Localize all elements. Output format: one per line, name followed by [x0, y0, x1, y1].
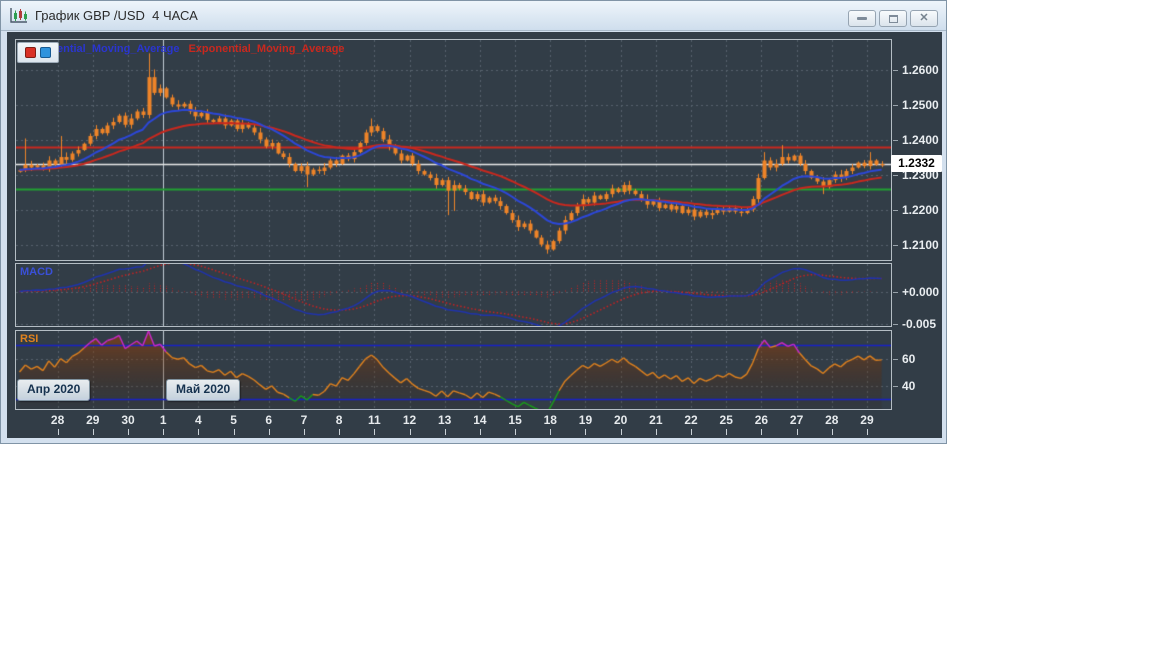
- date-tick-mark: [374, 429, 375, 435]
- minimize-button[interactable]: [848, 10, 876, 27]
- legend-ema-fast-label: ential_Moving_Average: [57, 43, 180, 55]
- macd-tick-mark: [893, 292, 898, 293]
- date-tick-mark: [58, 429, 59, 435]
- rsi-tick-mark: [893, 359, 898, 360]
- date-label: 14: [473, 413, 487, 427]
- rsi-panel: [15, 330, 892, 410]
- macd-tick-mark: [893, 324, 898, 325]
- date-label: 28: [825, 413, 839, 427]
- date-tick-mark: [832, 429, 833, 435]
- date-tick-mark: [797, 429, 798, 435]
- price-axis-gutter: 1.2600 1.2500 1.2400 1.2300 1.2200 1.2100 +0.0…: [893, 32, 942, 410]
- date-tick-mark: [198, 429, 199, 435]
- macd-tick-label: +0.000: [902, 284, 940, 299]
- indicator-legend: ential_Moving_Average Exponential_Moving…: [57, 43, 345, 55]
- minimize-icon: [857, 17, 867, 20]
- main-price-panel: [15, 39, 892, 261]
- date-label: 15: [508, 413, 522, 427]
- date-tick-mark: [234, 429, 235, 435]
- date-tick-mark: [304, 429, 305, 435]
- window-controls: ✕: [845, 10, 938, 27]
- price-tick-label: 1.2400: [902, 133, 939, 148]
- red-indicator-swatch[interactable]: [25, 47, 36, 58]
- date-tick-mark: [410, 429, 411, 435]
- date-label: 25: [719, 413, 733, 427]
- rsi-tick-mark: [893, 386, 898, 387]
- date-tick-mark: [761, 429, 762, 435]
- date-tick-mark: [656, 429, 657, 435]
- date-tick-mark: [269, 429, 270, 435]
- date-label: 19: [578, 413, 593, 427]
- date-label: 12: [402, 413, 417, 427]
- price-tick-label: 1.2500: [902, 98, 939, 113]
- chart-content: ential_Moving_Average Exponential_Moving…: [7, 32, 942, 438]
- date-label: 13: [438, 413, 452, 427]
- date-label: 8: [335, 413, 343, 427]
- price-tick-mark: [893, 105, 898, 106]
- date-tick-mark: [339, 429, 340, 435]
- blue-indicator-swatch[interactable]: [40, 47, 51, 58]
- date-tick-mark: [726, 429, 727, 435]
- price-tick-label: 1.2200: [902, 203, 939, 218]
- date-tick-mark: [128, 429, 129, 435]
- macd-tick-label: -0.005: [902, 316, 937, 331]
- window-titlebar[interactable]: График GBP /USD 4 ЧАСА ✕: [1, 1, 946, 31]
- date-label: 4: [195, 413, 202, 427]
- date-tick-mark: [585, 429, 586, 435]
- legend-ema-slow-label: Exponential_Moving_Average: [188, 43, 345, 55]
- date-label: 1: [159, 413, 167, 427]
- close-icon: ✕: [919, 12, 929, 24]
- date-tick-mark: [163, 429, 164, 435]
- date-label: 30: [121, 413, 135, 427]
- date-tick-mark: [480, 429, 481, 435]
- rsi-canvas[interactable]: [16, 331, 891, 409]
- price-tick-mark: [893, 175, 898, 176]
- price-tick-mark: [893, 140, 898, 141]
- price-tick-label: 1.2600: [902, 63, 939, 78]
- date-label: 18: [543, 413, 557, 427]
- desktop: График GBP /USD 4 ЧАСА ✕ ential_Moving_A…: [0, 0, 1152, 648]
- date-label: 22: [684, 413, 698, 427]
- date-tick-mark: [445, 429, 446, 435]
- date-label: 27: [789, 413, 804, 427]
- price-tick-mark: [893, 70, 898, 71]
- date-label: 26: [754, 413, 769, 427]
- month-button-may-2020[interactable]: Май 2020: [166, 379, 241, 401]
- date-tick-mark: [515, 429, 516, 435]
- macd-panel: [15, 263, 892, 327]
- price-tick-label: 1.2100: [902, 238, 939, 253]
- time-axis: 28 29 30 1 4 5 6 7 8 11 12 13 14 15 18 19 20 21 22 25 26 27 28…: [16, 410, 891, 438]
- date-label: 21: [649, 413, 663, 427]
- current-price-badge: 1.2332: [891, 155, 942, 172]
- date-tick-mark: [93, 429, 94, 435]
- chart-window-icon: [10, 7, 27, 23]
- restore-icon: [888, 14, 898, 23]
- rsi-tick-label: 60: [902, 351, 916, 366]
- window-title: График GBP /USD 4 ЧАСА: [35, 8, 198, 23]
- month-button-apr-2020[interactable]: Апр 2020: [17, 379, 91, 401]
- date-label: 6: [265, 413, 273, 427]
- rsi-panel-label: RSI: [20, 333, 39, 345]
- date-label: 20: [613, 413, 628, 427]
- price-tick-mark: [893, 210, 898, 211]
- date-label: 5: [230, 413, 237, 427]
- chart-window: График GBP /USD 4 ЧАСА ✕ ential_Moving_A…: [0, 0, 947, 444]
- indicator-toggle-box: [17, 42, 59, 63]
- date-tick-mark: [621, 429, 622, 435]
- price-tick-mark: [893, 245, 898, 246]
- macd-panel-label: MACD: [20, 266, 53, 278]
- close-button[interactable]: ✕: [910, 10, 938, 27]
- date-label: 28: [50, 413, 65, 427]
- restore-button[interactable]: [879, 10, 907, 27]
- rsi-tick-label: 40: [902, 378, 916, 393]
- date-label: 29: [860, 413, 874, 427]
- date-label: 7: [300, 413, 308, 427]
- macd-canvas[interactable]: [16, 264, 891, 326]
- date-tick-mark: [867, 429, 868, 435]
- date-tick-mark: [691, 429, 692, 435]
- date-label: 29: [86, 413, 100, 427]
- date-tick-mark: [550, 429, 551, 435]
- date-label: 11: [367, 413, 381, 427]
- main-chart-canvas[interactable]: [16, 40, 891, 260]
